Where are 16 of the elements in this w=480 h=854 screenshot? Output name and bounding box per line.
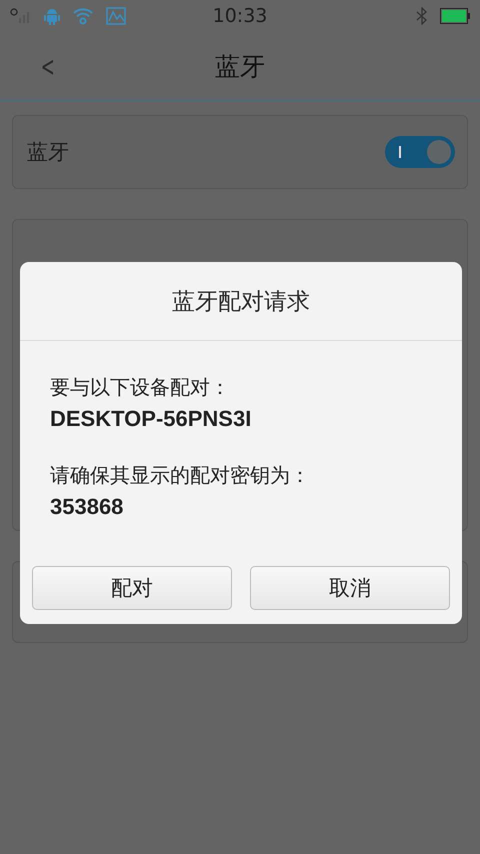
dialog-text: DESKTOP-56PNS3I [50, 405, 252, 433]
dialog-button[interactable]: 取消 [250, 566, 450, 610]
dialog-title: 蓝牙配对请求 [20, 262, 462, 341]
page-title: 蓝牙 [214, 50, 266, 82]
dialog-text: 要与以下设备配对： [50, 374, 231, 401]
bluetooth-toggle[interactable] [385, 136, 455, 168]
bluetooth-label: 蓝牙 [27, 139, 69, 166]
wifi-icon [72, 7, 94, 25]
battery-icon [440, 8, 470, 24]
dialog-text: 请确保其显示的配对密钥为： [50, 462, 311, 489]
signal-icon [10, 8, 32, 24]
image-icon [106, 7, 126, 25]
dialog-button[interactable]: 配对 [32, 566, 232, 610]
status-time: 10:33 [212, 5, 268, 27]
dialog-text: 353868 [50, 493, 124, 521]
android-icon [44, 7, 60, 25]
